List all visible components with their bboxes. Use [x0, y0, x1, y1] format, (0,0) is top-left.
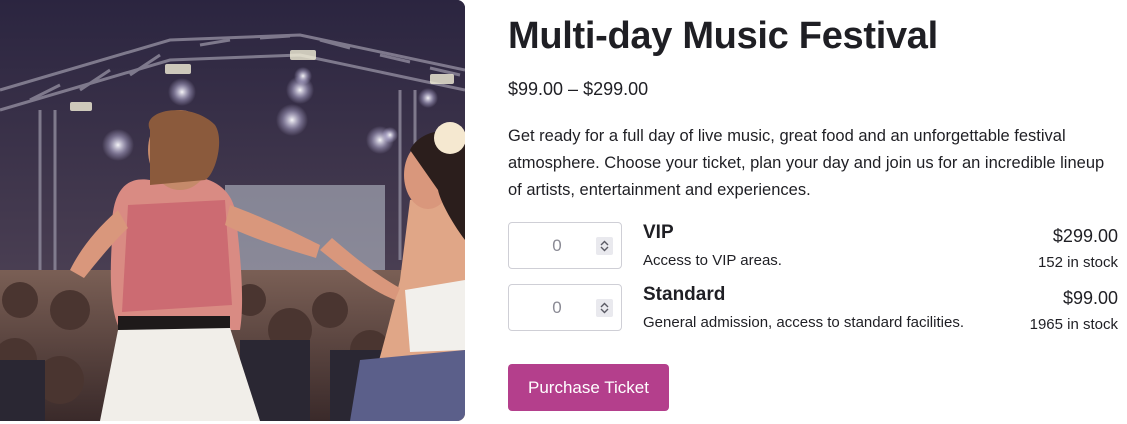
- ticket-description: General admission, access to standard fa…: [643, 314, 964, 331]
- hero-image: [0, 0, 465, 421]
- ticket-description: Access to VIP areas.: [643, 252, 782, 269]
- ticket-price: $99.00: [1062, 288, 1118, 308]
- product-description: Get ready for a full day of live music, …: [508, 127, 1105, 199]
- ticket-stock: 1965 in stock: [1029, 316, 1118, 333]
- quantity-input[interactable]: 0: [509, 285, 605, 330]
- purchase-ticket-button[interactable]: Purchase Ticket: [508, 364, 669, 411]
- quantity-stepper[interactable]: 0: [508, 222, 622, 269]
- ticket-name: VIP: [643, 222, 674, 243]
- quantity-stepper[interactable]: 0: [508, 284, 622, 331]
- price-range: $99.00 – $299.00: [508, 79, 649, 99]
- ticket-row-standard: 0 Standard General admission, access to …: [508, 284, 1118, 333]
- quantity-input[interactable]: 0: [509, 223, 605, 268]
- ticket-row-vip: 0 VIP Access to VIP areas. $299.00 152 i…: [508, 222, 1118, 271]
- ticket-name: Standard: [643, 284, 726, 305]
- chevron-up-down-icon[interactable]: [596, 299, 613, 317]
- ticket-price: $299.00: [1052, 226, 1118, 246]
- chevron-up-down-icon[interactable]: [596, 237, 613, 255]
- product-title: Multi-day Music Festival: [508, 15, 938, 57]
- ticket-stock: 152 in stock: [1037, 254, 1118, 271]
